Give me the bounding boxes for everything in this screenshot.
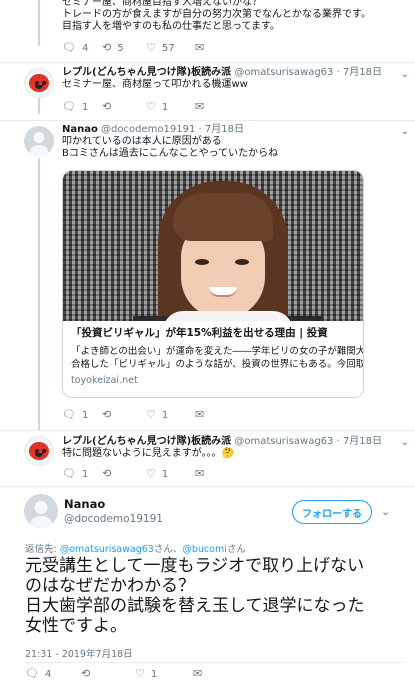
follow-button[interactable]: フォローする (292, 500, 372, 524)
mention-link[interactable]: @bucomi (182, 544, 226, 555)
envelope-icon: ✉ (195, 100, 205, 113)
divider (0, 62, 415, 63)
dm-button[interactable]: ✉ (195, 42, 204, 54)
divider (0, 486, 415, 487)
dm-button[interactable]: ✉ (193, 668, 202, 680)
divider (0, 120, 415, 121)
heart-icon: ♡ (146, 408, 156, 421)
reply-button[interactable]: 🗨 1 (62, 409, 88, 421)
user-name[interactable]: Nanao (62, 124, 98, 135)
dm-button[interactable]: ✉ (195, 409, 204, 421)
tweet-header: Nanao @docodemo19191 · 7月18日 (62, 124, 405, 136)
avatar[interactable] (24, 436, 54, 466)
avatar[interactable] (24, 494, 58, 528)
like-button[interactable]: ♡ 1 (146, 409, 168, 421)
chevron-down-icon[interactable]: ⌄ (401, 69, 409, 80)
chevron-down-icon[interactable]: ⌄ (401, 126, 409, 137)
reply-icon: 🗨 (62, 408, 76, 421)
tweet-date[interactable]: · 7月18日 (337, 67, 382, 78)
heart-icon: ♡ (135, 667, 145, 680)
retweet-button[interactable]: ⟲ (102, 468, 111, 480)
divider (0, 430, 415, 431)
avatar[interactable] (24, 68, 54, 98)
reply-button[interactable]: 🗨 1 (62, 101, 88, 113)
reply-button[interactable]: 🗨 4 (62, 42, 88, 54)
heart-icon: ♡ (146, 467, 156, 480)
tweet-content: レプル(どんちゃん見つけ隊)板読み派 @omatsurisawag63 · 7月… (62, 67, 405, 91)
like-button[interactable]: ♡ 1 (146, 101, 168, 113)
chevron-down-icon[interactable]: ⌄ (401, 437, 409, 448)
user-handle[interactable]: @docodemo19191 (64, 513, 163, 525)
heart-icon: ♡ (146, 41, 156, 54)
reply-button[interactable]: 🗨 1 (62, 468, 88, 480)
tweet-header: レプル(どんちゃん見つけ隊)板読み派 @omatsurisawag63 · 7月… (62, 67, 405, 79)
tweet-header: レプル(どんちゃん見つけ隊)板読み派 @omatsurisawag63 · 7月… (62, 436, 405, 448)
user-name[interactable]: レプル(どんちゃん見つけ隊)板読み派 (62, 436, 231, 447)
like-button[interactable]: ♡ 1 (135, 668, 157, 680)
thread-line (38, 158, 40, 430)
card-meta: 「投資ビリギャル」が年15%利益を出せる理由 | 投資 「よき師との出会い」が運… (63, 321, 363, 392)
envelope-icon: ✉ (195, 41, 205, 54)
drum-avatar-icon (29, 74, 49, 92)
user-handle[interactable]: @docodemo19191 (101, 124, 195, 135)
avatar[interactable] (24, 126, 54, 156)
reply-context: 返信先: @omatsurisawag63さん、@bucomiさん (25, 544, 246, 555)
envelope-icon: ✉ (195, 467, 205, 480)
dm-button[interactable]: ✉ (195, 101, 204, 113)
tweet-text: 元受講生として一度もラジオで取り上げない のはなぜだかわかる？ 日大歯学部の試験… (25, 556, 365, 636)
mention-link[interactable]: @omatsurisawag63 (60, 544, 154, 555)
envelope-icon: ✉ (195, 408, 205, 421)
tweet-text: セミナー屋、商材屋目指す人増えないかな？ トレードの方が食えますが自分の努力次第… (62, 0, 371, 32)
tweet-content: Nanao @docodemo19191 · 7月18日 叩かれているのは本人に… (62, 124, 405, 160)
envelope-icon: ✉ (193, 667, 203, 680)
tweet-date[interactable]: · 7月18日 (337, 436, 382, 447)
like-button[interactable]: ♡ 57 (146, 42, 175, 54)
reply-button[interactable]: 🗨 4 (25, 668, 51, 680)
link-card[interactable]: 「投資ビリギャル」が年15%利益を出せる理由 | 投資 「よき師との出会い」が運… (62, 170, 364, 398)
retweet-icon: ⟲ (102, 408, 112, 421)
default-profile-icon (33, 132, 45, 143)
retweet-icon: ⟲ (102, 100, 112, 113)
retweet-icon: ⟲ (102, 467, 112, 480)
card-description: 「よき師との出会い」が運命を変えた――学年ビリの女の子が難関大学に 合格した「ビ… (71, 346, 364, 370)
user-handle[interactable]: @omatsurisawag63 (234, 67, 333, 78)
retweet-button[interactable]: ⟲ 5 (102, 42, 124, 54)
heart-icon: ♡ (146, 100, 156, 113)
retweet-button[interactable]: ⟲ (102, 409, 111, 421)
reply-icon: 🗨 (62, 100, 76, 113)
reply-icon: 🗨 (62, 41, 76, 54)
tweet-date[interactable]: · 7月18日 (199, 124, 244, 135)
reply-icon: 🗨 (25, 667, 39, 680)
reply-icon: 🗨 (62, 467, 76, 480)
user-handle[interactable]: @omatsurisawag63 (234, 436, 333, 447)
tweet-timestamp[interactable]: 21:31 - 2019年7月18日 (25, 646, 133, 660)
drum-avatar-icon (29, 442, 49, 460)
retweet-button[interactable]: ⟲ (102, 101, 111, 113)
retweet-icon: ⟲ (81, 667, 91, 680)
tweet-content: レプル(どんちゃん見つけ隊)板読み派 @omatsurisawag63 · 7月… (62, 436, 405, 460)
divider (25, 662, 405, 663)
like-button[interactable]: ♡ 1 (146, 468, 168, 480)
default-profile-icon (34, 501, 48, 514)
card-title: 「投資ビリギャル」が年15%利益を出せる理由 | 投資 (71, 327, 328, 339)
thread-line (38, 0, 40, 46)
retweet-button[interactable]: ⟲ (81, 668, 90, 680)
chevron-down-icon[interactable]: ⌄ (381, 505, 390, 518)
retweet-icon: ⟲ (102, 41, 112, 54)
card-image (63, 171, 363, 321)
user-name[interactable]: レプル(どんちゃん見つけ隊)板読み派 (62, 67, 231, 78)
user-name[interactable]: Nanao (64, 497, 105, 511)
dm-button[interactable]: ✉ (195, 468, 204, 480)
card-domain: toyokeizai.net (71, 375, 138, 386)
